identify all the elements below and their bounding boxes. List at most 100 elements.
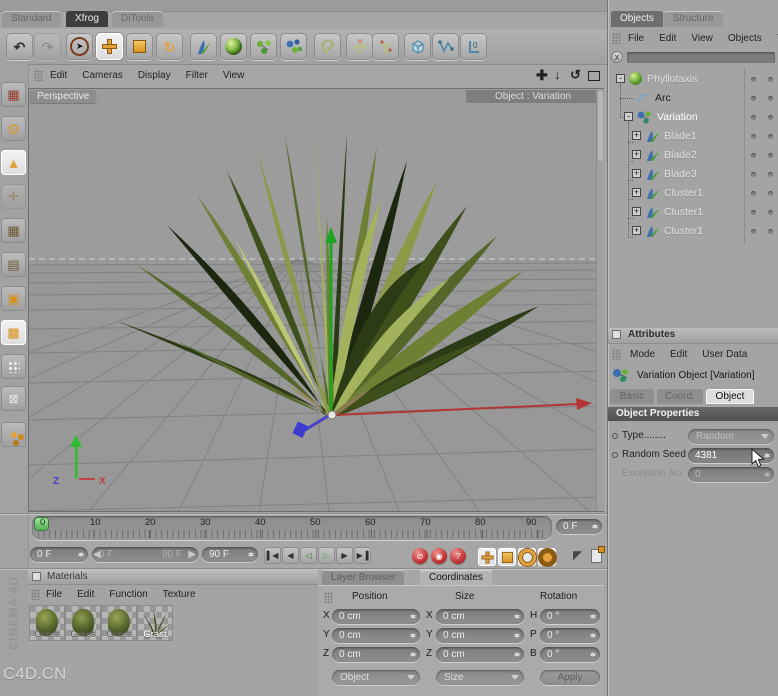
tree-item-label[interactable]: Cluster1 [664, 187, 703, 199]
visibility-dot[interactable] [751, 172, 756, 177]
clear-filter-button[interactable]: x [611, 51, 623, 63]
timeline-frame-field[interactable]: 0 F [556, 519, 602, 534]
objects-menu-grip[interactable] [612, 33, 621, 44]
tab-object[interactable]: Object [706, 389, 754, 404]
tree-row-cluster3[interactable]: + Cluster1 [608, 222, 778, 241]
points-grid-button[interactable] [1, 354, 26, 379]
viewport-menu-filter[interactable]: Filter [186, 70, 208, 81]
xfrog-blade-button[interactable] [190, 33, 217, 60]
previous-frame-button[interactable]: ◀ [282, 547, 299, 564]
model-mode-button[interactable]: ▲ [1, 150, 26, 175]
object-filter-input[interactable] [627, 52, 775, 63]
exception-field[interactable]: 0 [688, 467, 774, 482]
viewport-menu-view[interactable]: View [223, 70, 245, 81]
autokey-button[interactable]: ◉ [431, 548, 447, 564]
viewport-menu-cameras[interactable]: Cameras [82, 70, 123, 81]
visibility-dot[interactable] [768, 191, 773, 196]
expand-toggle[interactable]: + [632, 150, 641, 159]
visibility-dot[interactable] [751, 77, 756, 82]
key-parameter-toggle[interactable] [538, 548, 556, 566]
spinner-icon[interactable] [78, 549, 85, 560]
visibility-dot[interactable] [751, 229, 756, 234]
tree-row-arc[interactable]: Arc [608, 89, 778, 108]
viewport-move-icon[interactable]: ✚ [536, 67, 548, 84]
visibility-dot[interactable] [768, 77, 773, 82]
materials-menu-file[interactable]: File [46, 589, 62, 600]
spinner-icon[interactable] [410, 649, 417, 660]
collapse-toggle[interactable]: - [624, 112, 633, 121]
spheres-cluster-button[interactable] [1, 422, 26, 447]
scrollbar-thumb[interactable] [598, 91, 603, 161]
tree-row-blade1[interactable]: + Blade1 [608, 127, 778, 146]
rotation-b-field[interactable]: 0 ° [540, 647, 600, 662]
add-spline-button[interactable] [432, 33, 459, 60]
live-selection-button[interactable]: ➤ [66, 33, 93, 60]
tree-item-label[interactable]: Phyllotaxis [647, 73, 697, 85]
spinner-icon[interactable] [592, 521, 599, 532]
tab-standard[interactable]: Standard [2, 11, 61, 27]
xfrog-branch-button[interactable] [346, 33, 373, 60]
viewport-rotate-icon[interactable]: ↺ [570, 67, 581, 83]
material-item-selected[interactable]: Grast [138, 606, 172, 650]
material-item[interactable]: Grass [30, 606, 64, 650]
tab-ditools[interactable]: DiTools [112, 11, 163, 27]
materials-menu-function[interactable]: Function [109, 589, 147, 600]
current-frame-field[interactable]: 0 F [30, 547, 88, 562]
attributes-menu-mode[interactable]: Mode [630, 349, 655, 360]
undo-button[interactable]: ↶ [6, 33, 33, 60]
apply-button[interactable]: Apply [540, 670, 600, 685]
tree-item-label[interactable]: Blade1 [664, 130, 697, 142]
record-keyframe-button[interactable]: ⊘ [412, 548, 428, 564]
visibility-dot[interactable] [751, 115, 756, 120]
viewport-menu-grip[interactable] [34, 70, 43, 81]
size-x-field[interactable]: 0 cm [436, 609, 524, 624]
position-z-field[interactable]: 0 cm [332, 647, 420, 662]
timeline-ruler[interactable]: 0 10 20 30 40 50 60 70 80 90 [32, 516, 552, 540]
spinner-icon[interactable] [410, 630, 417, 641]
visibility-dot[interactable] [751, 210, 756, 215]
tab-xfrog[interactable]: Xfrog [66, 11, 108, 27]
gear-spheres-button[interactable]: ⚙ [1, 116, 26, 141]
attributes-menu-userdata[interactable]: User Data [702, 349, 747, 360]
visibility-dot[interactable] [768, 96, 773, 101]
move-tool-button[interactable] [96, 33, 123, 60]
viewport-menu-display[interactable]: Display [138, 70, 171, 81]
spinner-icon[interactable] [248, 549, 255, 560]
expand-toggle[interactable]: + [632, 188, 641, 197]
key-scale-toggle[interactable] [498, 548, 516, 566]
tree-item-label[interactable]: Blade2 [664, 149, 697, 161]
rotation-p-field[interactable]: 0 ° [540, 628, 600, 643]
visibility-dot[interactable] [768, 229, 773, 234]
viewport-scrollbar[interactable] [596, 89, 604, 511]
material-item[interactable]: Grass [102, 606, 136, 650]
xfrog-hydra-button[interactable] [280, 33, 307, 60]
materials-menu-grip[interactable] [31, 589, 40, 600]
animation-bullet[interactable] [612, 452, 618, 458]
rotation-h-field[interactable]: 0 ° [540, 609, 600, 624]
xfrog-twig-button[interactable] [372, 33, 399, 60]
goto-start-button[interactable]: ▌◀ [264, 547, 281, 564]
animation-bullet[interactable] [612, 433, 618, 439]
play-backward-button[interactable]: ◁ [300, 547, 317, 564]
attributes-titlebar[interactable]: Attributes [608, 328, 778, 344]
visibility-dot[interactable] [768, 153, 773, 158]
document-marker-button[interactable] [591, 547, 604, 563]
tree-row-phyllotaxis[interactable]: - Phyllotaxis [608, 70, 778, 89]
tab-objects[interactable]: Objects [611, 11, 663, 27]
coordinates-grip[interactable] [324, 592, 333, 603]
objects-menu-objects[interactable]: Objects [728, 33, 762, 44]
viewport-pan-icon[interactable]: ↓ [554, 67, 561, 82]
tab-basic[interactable]: Basic [610, 389, 654, 404]
expand-toggle[interactable]: + [632, 226, 641, 235]
scale-tool-button[interactable] [126, 33, 153, 60]
spinner-icon[interactable] [514, 630, 521, 641]
visibility-dot[interactable] [768, 134, 773, 139]
visibility-dot[interactable] [768, 115, 773, 120]
viewport[interactable]: Z X [28, 88, 604, 512]
polygons-mode-button[interactable]: ▣ [1, 286, 26, 311]
playhead-marker-button[interactable]: ◤ [573, 548, 582, 562]
objects-menu-edit[interactable]: Edit [659, 33, 676, 44]
redo-button[interactable]: ↷ [34, 33, 61, 60]
points-mode-button[interactable]: ▦ [1, 218, 26, 243]
position-y-field[interactable]: 0 cm [332, 628, 420, 643]
